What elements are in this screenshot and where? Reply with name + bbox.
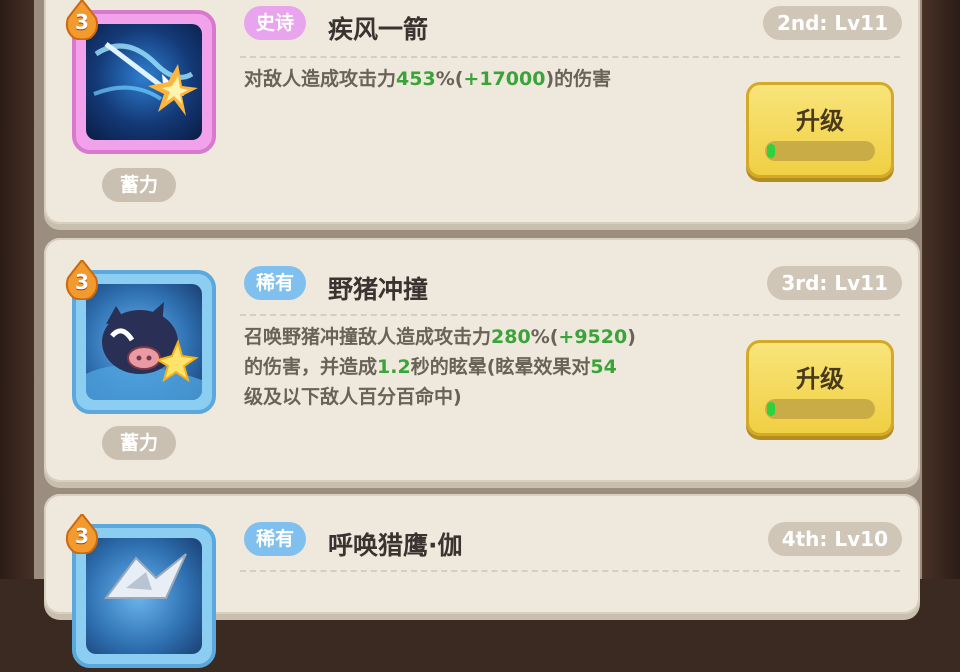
level-flame-badge-icon: 3	[64, 260, 100, 300]
desc-text: 对敌人造成攻击力	[244, 68, 397, 90]
skill-rank-level: 2nd: Lv11	[762, 6, 902, 40]
level-flame-badge-icon: 3	[64, 514, 100, 554]
upgrade-button[interactable]: 升级	[746, 340, 894, 436]
skill-card-1: 3 蓄力 史诗 疾风一箭 2nd: Lv11 对敌人造成攻击力453%(+170…	[44, 0, 920, 224]
upgrade-progress-fill	[767, 402, 775, 416]
skill-name: 疾风一箭	[328, 15, 429, 44]
charge-tag: 蓄力	[102, 426, 176, 460]
desc-value: 1.2	[377, 356, 411, 378]
skill-rank-level: 4th: Lv10	[767, 522, 902, 556]
upgrade-button-label: 升级	[796, 365, 844, 393]
desc-value: +17000	[463, 68, 546, 90]
divider	[240, 56, 900, 58]
skill-name: 呼唤猎鹰·伽	[328, 531, 463, 560]
arrow-wind-skill-icon	[86, 24, 202, 140]
upgrade-button-label: 升级	[796, 107, 844, 135]
skill-card-3: 3 稀有 呼唤猎鹰·伽 4th: Lv10	[44, 494, 920, 668]
skill-level-number: 3	[75, 10, 89, 34]
desc-text: 秒的眩晕(眩晕效果对	[410, 356, 591, 378]
upgrade-progress-fill	[767, 144, 775, 158]
desc-text: %(	[435, 68, 464, 90]
skill-icon-container[interactable]: 3	[65, 0, 220, 158]
background-right	[918, 0, 960, 579]
rarity-tag: 稀有	[244, 522, 307, 556]
desc-value: 280	[491, 326, 531, 348]
boar-charge-skill-icon	[86, 284, 202, 400]
level-flame-badge-icon: 3	[64, 0, 100, 40]
upgrade-progress-bar	[765, 399, 875, 419]
falcon-skill-icon	[86, 538, 202, 654]
skill-description: 对敌人造成攻击力453%(+17000)的伤害	[244, 64, 724, 94]
skill-level-number: 3	[75, 524, 89, 548]
desc-line-1: 召唤野猪冲撞敌人造成攻击力280%(+9520)	[244, 322, 724, 352]
skill-icon-container[interactable]: 3	[65, 260, 220, 418]
desc-line-3: 级及以下敌人百分百命中)	[244, 386, 462, 408]
divider	[240, 314, 900, 316]
upgrade-button[interactable]: 升级	[746, 82, 894, 178]
upgrade-progress-bar	[765, 141, 875, 161]
desc-line-2: 的伤害，并造成1.2秒的眩晕(眩晕效果对54	[244, 352, 724, 382]
desc-value: 453	[396, 68, 436, 90]
desc-value: 54	[590, 356, 617, 378]
desc-text: 召唤野猪冲撞敌人造成攻击力	[244, 326, 492, 348]
skill-rank-level: 3rd: Lv11	[767, 266, 902, 300]
desc-value: +9520	[558, 326, 628, 348]
skill-level-number: 3	[75, 270, 89, 294]
skill-description: 召唤野猪冲撞敌人造成攻击力280%(+9520) 的伤害，并造成1.2秒的眩晕(…	[244, 322, 724, 412]
desc-text: )的伤害	[545, 68, 612, 90]
rarity-tag: 稀有	[244, 266, 307, 300]
skill-name: 野猪冲撞	[328, 275, 429, 304]
charge-tag: 蓄力	[102, 168, 176, 202]
desc-text: %(	[530, 326, 559, 348]
desc-text: 的伤害，并造成	[244, 356, 378, 378]
divider	[240, 570, 900, 572]
desc-text: )	[627, 326, 636, 348]
skill-icon-container[interactable]: 3	[65, 514, 220, 672]
rarity-tag: 史诗	[244, 6, 307, 40]
skill-card-2: 3 蓄力 稀有 野猪冲撞 3rd: Lv11 召唤野猪冲撞敌人造成攻击力280%…	[44, 238, 920, 482]
